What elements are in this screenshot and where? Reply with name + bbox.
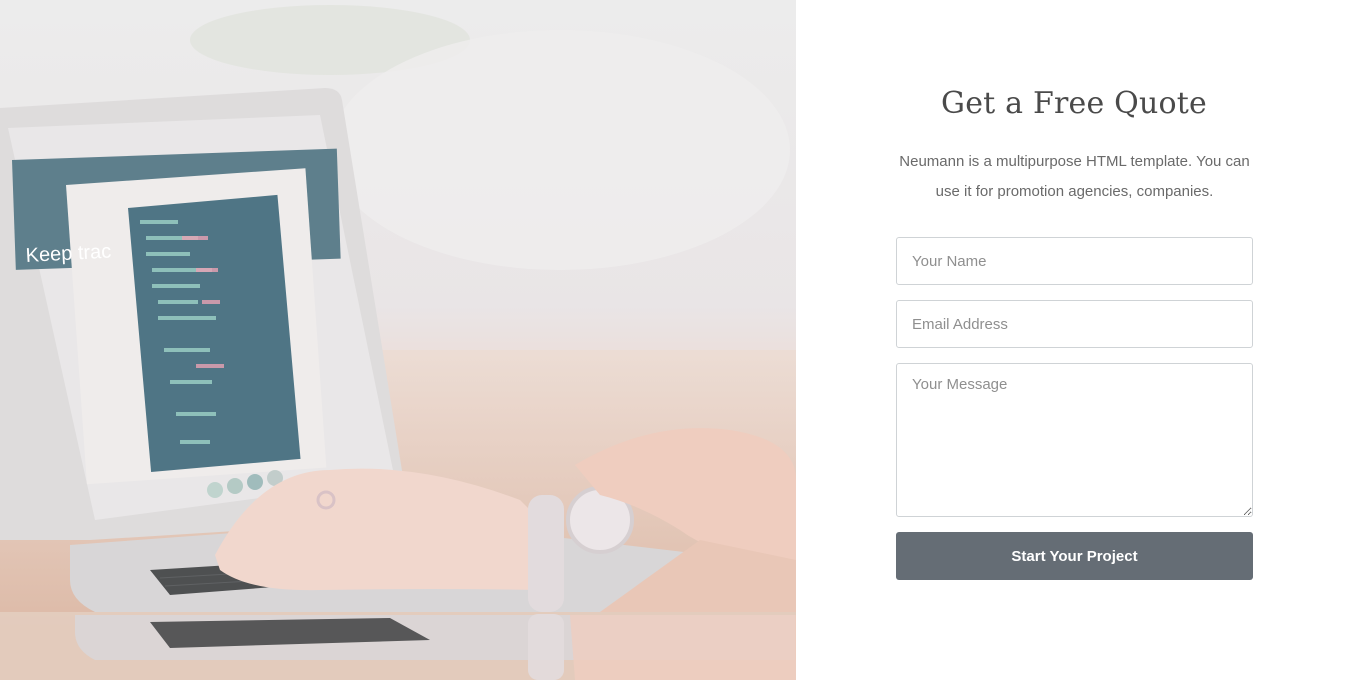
start-project-button[interactable]: Start Your Project — [896, 532, 1253, 580]
hero-photo: Keep trac — [0, 0, 796, 680]
quote-form-panel: Get a Free Quote Neumann is a multipurpo… — [796, 0, 1366, 680]
laptop-photo-illustration: Keep trac — [0, 5, 796, 680]
name-input[interactable] — [896, 237, 1253, 285]
screen-headline: Keep trac — [25, 241, 112, 267]
message-textarea[interactable] — [896, 363, 1253, 517]
form-description: Neumann is a multipurpose HTML template.… — [899, 153, 1250, 200]
email-input[interactable] — [896, 300, 1253, 348]
form-title: Get a Free Quote — [941, 86, 1207, 121]
